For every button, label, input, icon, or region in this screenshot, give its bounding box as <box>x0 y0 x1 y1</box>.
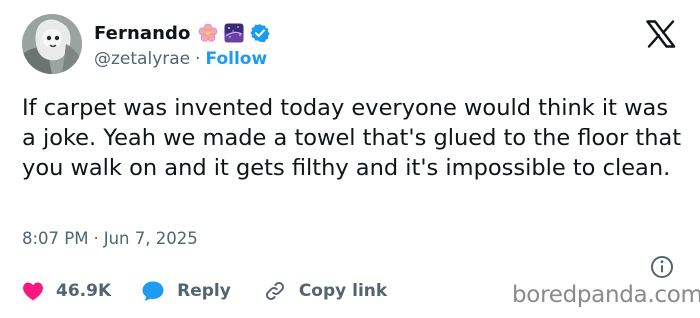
reply-label: Reply <box>177 281 231 301</box>
author-handle[interactable]: @zetalyrae <box>94 49 190 69</box>
galaxy-icon <box>224 23 244 43</box>
info-icon[interactable] <box>650 255 674 279</box>
tweet-timestamp[interactable]: 8:07 PM · Jun 7, 2025 <box>22 229 198 248</box>
follow-button[interactable]: Follow <box>206 49 268 69</box>
like-button[interactable]: 46.9K <box>22 281 111 301</box>
tweet-time: 8:07 PM <box>22 229 89 248</box>
author-display-name[interactable]: Fernando <box>94 23 190 44</box>
reply-bubble-icon <box>142 281 164 301</box>
separator-dot: · <box>195 49 201 69</box>
tweet-actions: 46.9K Reply Copy link <box>22 280 387 302</box>
watermark: boredpanda.com <box>512 282 700 308</box>
avatar-image <box>22 14 82 74</box>
verified-badge-icon <box>250 23 271 43</box>
cherry-blossom-icon <box>198 23 218 43</box>
heart-icon <box>23 282 43 301</box>
tweet-card: Fernando @zetalyrae · Follow If carpet w… <box>0 0 700 318</box>
reply-button[interactable]: Reply <box>141 280 231 302</box>
copy-link-button[interactable]: Copy link <box>263 279 387 303</box>
author-name-row: Fernando <box>94 20 271 46</box>
tweet-date: Jun 7, 2025 <box>103 229 198 248</box>
avatar[interactable] <box>22 14 82 74</box>
separator-dot: · <box>93 229 99 248</box>
x-logo-icon[interactable] <box>646 20 676 48</box>
tweet-text: If carpet was invented today everyone wo… <box>22 95 689 181</box>
link-icon <box>265 282 284 300</box>
likes-count: 46.9K <box>56 281 112 301</box>
author-handle-row: @zetalyrae · Follow <box>94 49 267 69</box>
copy-link-label: Copy link <box>298 281 388 301</box>
